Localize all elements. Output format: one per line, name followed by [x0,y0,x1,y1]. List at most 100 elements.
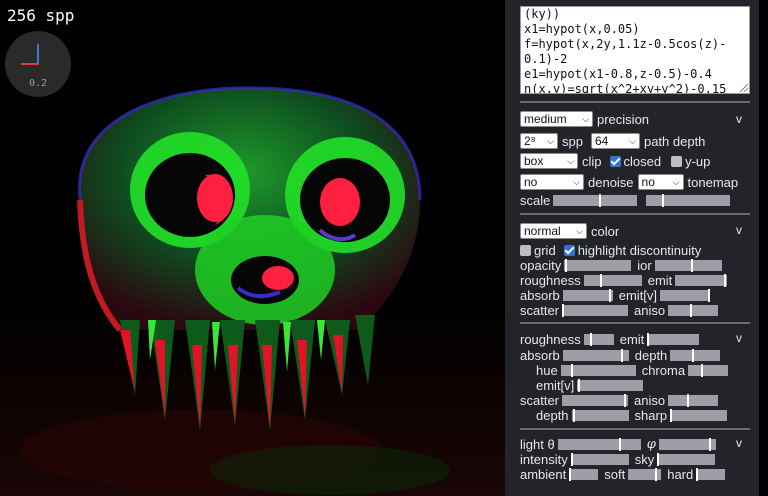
scale-label: scale [520,192,551,208]
opacity-slider[interactable] [564,258,632,272]
light-theta-slider[interactable] [557,437,641,451]
settings-panel: (ky)) x1=hypot(x,0.05) f=hypot(x,2y,1.1z… [505,0,759,496]
resize-grip-icon[interactable] [740,84,748,92]
vol-emit-slider[interactable] [647,332,700,346]
aniso-label: aniso [634,302,666,318]
vol-roughness-label: roughness [520,331,581,347]
x-axis-icon [21,63,39,65]
slider-knob[interactable] [687,393,690,407]
collapse-light-icon[interactable]: v [736,436,742,450]
soft-slider[interactable] [628,467,662,481]
vol-aniso-slider[interactable] [668,393,719,407]
slider-knob[interactable] [570,363,573,377]
spp-readout: 256 spp [7,6,75,25]
slider-knob[interactable] [655,467,658,481]
editor-line: (ky)) [524,7,561,21]
collapse-volume-icon[interactable]: v [736,331,742,345]
vol-emit-label: emit [619,331,645,347]
emitv-slider[interactable] [660,288,711,302]
spp-select[interactable]: 2⁸ ⌵ [520,133,558,149]
editor-line: x1=hypot(x,0.05) [524,22,640,36]
tonemap-label: tonemap [687,174,739,190]
formula-editor[interactable]: (ky)) x1=hypot(x,0.05) f=hypot(x,2y,1.1z… [520,6,750,94]
slider-knob[interactable] [690,258,693,272]
vol-roughness-slider[interactable] [583,332,614,346]
axis-gizmo[interactable]: 0.2 [5,31,71,97]
precision-label: precision [597,111,650,127]
slider-knob[interactable] [689,303,692,317]
chroma-slider[interactable] [688,363,729,377]
highlight-checkbox[interactable] [563,244,575,256]
slider-knob[interactable] [598,193,601,207]
vol-depth2-slider[interactable] [571,408,629,422]
ambient-slider[interactable] [568,467,599,481]
scale-slider[interactable] [553,193,638,207]
sky-slider[interactable] [657,452,716,466]
color-mode-select[interactable]: normal ⌵ [520,223,587,239]
absorb-slider[interactable] [562,288,613,302]
collapse-material-icon[interactable]: v [736,223,742,237]
denoise-label: denoise [588,174,634,190]
divider [520,101,750,103]
vol-scatter-slider[interactable] [562,393,629,407]
slider-knob[interactable] [573,408,576,422]
sharp-slider[interactable] [670,408,728,422]
vol-absorb-slider[interactable] [562,348,629,362]
slider-knob[interactable] [621,348,624,362]
path-depth-select[interactable]: 64 ⌵ [590,133,640,149]
slider-knob[interactable] [564,258,567,272]
axis-scale-label: 0.2 [28,78,48,89]
slider-knob[interactable] [568,467,571,481]
slider-knob[interactable] [701,363,704,377]
precision-select[interactable]: medium ⌵ [520,111,593,127]
chevron-down-icon: ⌵ [582,113,589,124]
slider-knob[interactable] [691,348,694,362]
clip-select[interactable]: box ⌵ [520,153,578,169]
vol-depth-slider[interactable] [670,348,721,362]
divider [520,213,750,215]
emit-slider[interactable] [675,273,728,287]
slider-knob[interactable] [600,273,603,287]
soft-label: soft [604,466,626,482]
chevron-down-icon: ⌵ [567,155,574,166]
grid-checkbox[interactable] [520,244,531,256]
hard-slider[interactable] [695,467,726,481]
yup-checkbox[interactable] [671,155,683,167]
slider-knob[interactable] [708,288,711,302]
color-label: color [591,223,620,239]
y-axis-icon [37,44,39,65]
aniso-slider[interactable] [668,303,719,317]
closed-checkbox[interactable] [609,155,621,167]
slider-knob[interactable] [723,273,726,287]
slider-knob[interactable] [577,378,580,392]
slider-knob[interactable] [695,467,698,481]
slider-knob[interactable] [562,303,565,317]
hue-slider[interactable] [560,363,636,377]
slider-knob[interactable] [570,452,573,466]
scatter-slider[interactable] [562,303,629,317]
tonemap-select[interactable]: no ⌵ [637,174,684,190]
ior-slider[interactable] [654,258,722,272]
chevron-down-icon: ⌵ [629,135,636,146]
collapse-render-icon[interactable]: v [736,112,742,126]
hard-label: hard [667,466,694,482]
vol-emitv-slider[interactable] [577,378,644,392]
slider-knob[interactable] [609,288,612,302]
scale-fine-slider[interactable] [646,193,731,207]
chevron-down-icon: ⌵ [672,176,680,187]
chevron-down-icon: ⌵ [573,176,580,187]
intensity-slider[interactable] [570,452,629,466]
slider-knob[interactable] [670,408,673,422]
slider-knob[interactable] [590,332,593,346]
sharp-label: sharp [634,407,668,423]
roughness-slider[interactable] [583,273,642,287]
denoise-select[interactable]: no ⌵ [520,174,584,190]
slider-knob[interactable] [623,393,626,407]
skull-render [0,86,505,496]
slider-knob[interactable] [618,437,621,451]
slider-knob[interactable] [647,332,650,346]
slider-knob[interactable] [657,452,660,466]
slider-knob[interactable] [662,193,665,207]
light-phi-slider[interactable] [658,437,716,451]
slider-knob[interactable] [709,437,712,451]
